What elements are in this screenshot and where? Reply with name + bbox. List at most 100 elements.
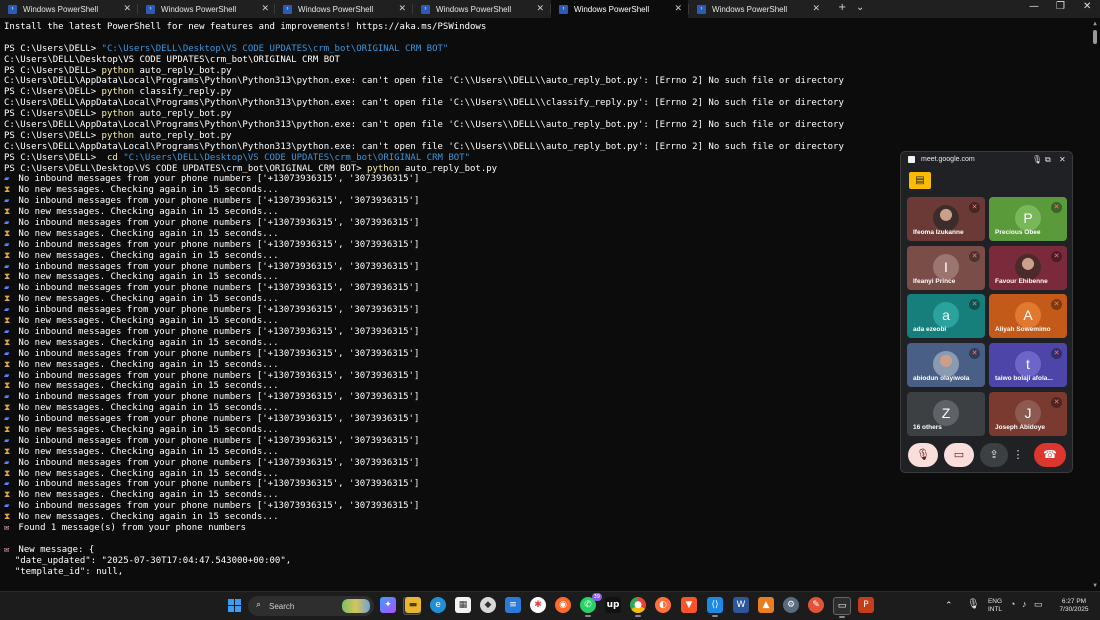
vlc-icon[interactable]: ▲ bbox=[758, 597, 774, 613]
more-options-button[interactable]: ⋮ bbox=[1012, 443, 1024, 467]
tab-2[interactable]: › Windows PowerShell ✕ bbox=[138, 0, 275, 18]
muted-mic-icon: ✕ bbox=[1051, 202, 1062, 213]
firefox-icon[interactable]: ◉ bbox=[555, 597, 571, 613]
powershell-icon: › bbox=[283, 4, 292, 14]
edge-icon[interactable]: e bbox=[430, 597, 446, 613]
participant-tile[interactable]: J ✕ Joseph Abidoye bbox=[989, 392, 1067, 436]
terminal-scrollbar[interactable]: ▲ ▼ bbox=[1091, 20, 1099, 590]
present-button[interactable]: ⇪ bbox=[980, 443, 1008, 467]
tab-close-icon[interactable]: ✕ bbox=[812, 3, 820, 14]
upwork-icon[interactable]: up bbox=[605, 597, 621, 613]
vscode-icon[interactable]: ⟨⟩ bbox=[707, 597, 723, 617]
settings-shield-icon[interactable]: ◆ bbox=[480, 597, 496, 613]
slack-icon[interactable]: ✱ bbox=[530, 597, 546, 613]
search-label: Search bbox=[269, 602, 295, 611]
mail-icon: ✉ bbox=[4, 522, 10, 533]
scroll-up-icon[interactable]: ▲ bbox=[1091, 20, 1099, 28]
participant-name: Ifeoma Izukanne bbox=[913, 229, 964, 236]
layout-icon[interactable]: ▤ bbox=[909, 172, 931, 189]
hang-up-button[interactable]: ☎ bbox=[1034, 443, 1066, 467]
tab-close-icon[interactable]: ✕ bbox=[536, 3, 544, 14]
terminal-text: classify_reply.py bbox=[134, 87, 232, 98]
firefox-alt-icon[interactable]: ◐ bbox=[655, 597, 671, 613]
terminal-line: "date_updated": "2025-07-30T17:04:47.543… bbox=[4, 556, 1088, 567]
participant-tile[interactable]: ✕ Ifeoma Izukanne bbox=[907, 197, 985, 241]
tab-close-icon[interactable]: ✕ bbox=[123, 3, 131, 14]
tab-6[interactable]: › Windows PowerShell ✕ bbox=[689, 0, 826, 18]
terminal-icon[interactable]: ▭ bbox=[833, 597, 851, 618]
terminal-text: No inbound messages from your phone numb… bbox=[13, 348, 420, 359]
tab-1[interactable]: › Windows PowerShell ✕ bbox=[0, 0, 137, 18]
powershell-icon: › bbox=[421, 4, 430, 14]
camera-off-button[interactable]: ▭ bbox=[944, 443, 974, 467]
settings-icon[interactable]: ⚙ bbox=[783, 597, 799, 613]
language-indicator[interactable]: ENG INTL bbox=[985, 598, 1005, 614]
pip-expand-icon[interactable]: ⧉ bbox=[1045, 155, 1051, 165]
close-icon[interactable]: ✕ bbox=[1059, 155, 1066, 164]
participant-tile[interactable]: I ✕ Ifeanyi Prince bbox=[907, 246, 985, 290]
tab-close-icon[interactable]: ✕ bbox=[674, 3, 682, 14]
terminal-text: PS C:\Users\DELL\Desktop\VS CODE UPDATES… bbox=[4, 163, 368, 174]
maximize-icon[interactable]: ❐ bbox=[1056, 1, 1065, 12]
terminal-text: python bbox=[101, 130, 135, 141]
terminal-text: python bbox=[367, 163, 400, 174]
chrome-icon[interactable]: ● bbox=[630, 597, 646, 617]
hourglass-icon: ⧗ bbox=[4, 294, 11, 305]
terminal-text: No inbound messages from your phone numb… bbox=[13, 261, 420, 272]
word-icon[interactable]: W bbox=[733, 597, 749, 613]
tab-close-icon[interactable]: ✕ bbox=[261, 3, 269, 14]
participant-name: Favour Ehibenne bbox=[995, 278, 1048, 285]
minimize-icon[interactable]: — bbox=[1029, 1, 1039, 12]
terminal-text: No inbound messages from your phone numb… bbox=[13, 457, 420, 468]
tab-close-icon[interactable]: ✕ bbox=[398, 3, 406, 14]
terminal-text: No new messages. Checking again in 15 se… bbox=[13, 468, 279, 479]
participant-tile[interactable]: a ✕ ada ezeobi bbox=[907, 294, 985, 338]
participant-name: 16 others bbox=[913, 424, 942, 431]
terminal-text: PS C:\Users\DELL> bbox=[4, 87, 102, 98]
volume-icon[interactable]: ♪ bbox=[1022, 599, 1027, 609]
participant-tile[interactable]: A ✕ Aliyah Sowemimo bbox=[989, 294, 1067, 338]
powerpoint-icon[interactable]: P bbox=[858, 597, 874, 613]
store-icon[interactable]: ▦ bbox=[455, 597, 471, 613]
tab-5[interactable]: › Windows PowerShell ✕ bbox=[551, 0, 688, 18]
taskbar-search[interactable]: ⌕ Search bbox=[248, 596, 374, 616]
tab-4[interactable]: › Windows PowerShell ✕ bbox=[413, 0, 550, 18]
tray-overflow-icon[interactable]: ⌃ bbox=[945, 600, 953, 611]
participant-tile[interactable]: ✕ abiodun olayiwola bbox=[907, 343, 985, 387]
tray-mic-icon[interactable]: 🎙 bbox=[967, 599, 980, 610]
participant-tile[interactable]: P ✕ Precious Obee bbox=[989, 197, 1067, 241]
participant-tile[interactable]: ✕ Favour Ehibenne bbox=[989, 246, 1067, 290]
terminal-line: C:\Users\DELL\AppData\Local\Programs\Pyt… bbox=[4, 76, 1088, 87]
tab-title: Windows PowerShell bbox=[161, 4, 237, 14]
tab-3[interactable]: › Windows PowerShell ✕ bbox=[275, 0, 412, 18]
brave-icon[interactable]: ▼ bbox=[681, 597, 697, 613]
clock[interactable]: 6:27 PM 7/30/2025 bbox=[1055, 598, 1093, 614]
terminal-text: No new messages. Checking again in 15 se… bbox=[13, 490, 279, 501]
mic-off-button[interactable]: 🎙 bbox=[908, 443, 938, 467]
new-tab-icon[interactable]: + bbox=[838, 2, 846, 13]
window-close-icon[interactable]: ✕ bbox=[1083, 1, 1091, 12]
file-explorer-icon[interactable]: ▬ bbox=[405, 597, 421, 613]
start-button[interactable] bbox=[228, 599, 241, 612]
battery-icon[interactable]: ▭ bbox=[1034, 599, 1043, 610]
terminal-text: auto_reply_bot.py bbox=[134, 65, 232, 76]
whatsapp-icon[interactable]: ✆ 39 bbox=[580, 593, 602, 617]
inbox-icon: ▰ bbox=[4, 435, 10, 446]
notepad-icon[interactable]: ≡ bbox=[505, 597, 521, 613]
tab-dropdown-icon[interactable]: ⌄ bbox=[856, 2, 864, 13]
wifi-icon[interactable]: ◔ bbox=[1010, 599, 1015, 609]
pen-tool-icon[interactable]: ✎ bbox=[808, 597, 824, 613]
hourglass-icon: ⧗ bbox=[4, 512, 11, 523]
terminal-text: PS C:\Users\DELL> bbox=[4, 65, 102, 76]
copilot-icon[interactable]: ✦ bbox=[380, 597, 396, 613]
mic-icon[interactable]: 🎙 bbox=[1032, 155, 1042, 164]
terminal-text: No new messages. Checking again in 15 se… bbox=[13, 316, 279, 327]
participant-tile[interactable]: Z 16 others bbox=[907, 392, 985, 436]
participant-tile[interactable]: t ✕ taiwo bolaji afola... bbox=[989, 343, 1067, 387]
scroll-thumb[interactable] bbox=[1093, 30, 1097, 44]
hourglass-icon: ⧗ bbox=[4, 316, 11, 327]
terminal-text: No new messages. Checking again in 15 se… bbox=[13, 512, 279, 523]
scroll-down-icon[interactable]: ▼ bbox=[1091, 582, 1099, 590]
inbox-icon: ▰ bbox=[4, 457, 10, 468]
